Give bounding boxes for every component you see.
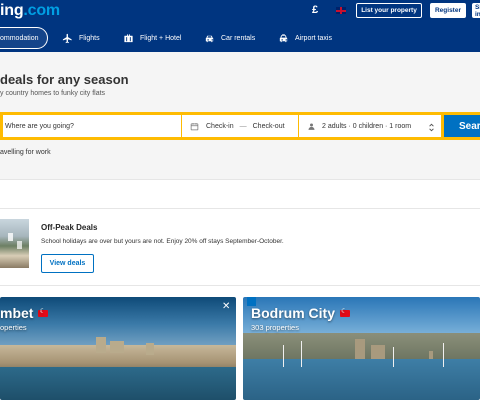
tab-flight-hotel[interactable]: Flight + Hotel	[123, 26, 181, 50]
site-header: ing.com £ List your property Register Si…	[0, 0, 480, 52]
destination-name-text: Bodrum City	[251, 305, 335, 321]
offpeak-banner: Off-Peak Deals School holidays are over …	[0, 208, 480, 286]
language-flag-icon[interactable]	[336, 7, 346, 14]
destination-name-text: mbet	[0, 305, 34, 321]
view-deals-button[interactable]: View deals	[41, 254, 94, 273]
main-nav: ommodation Flights Flight + Hotel Car re…	[0, 26, 480, 50]
guests-text: 2 adults · 0 children · 1 room	[322, 122, 412, 130]
currency-selector[interactable]: £	[312, 4, 318, 16]
check-out-label: Check-out	[252, 122, 285, 130]
tab-airport-taxis[interactable]: Airport taxis	[278, 26, 332, 50]
property-count: 303 properties	[251, 323, 299, 332]
turkey-flag-icon	[38, 307, 49, 317]
destination-input[interactable]: Where are you going?	[0, 112, 183, 140]
tab-accommodation-label: ommodation	[0, 34, 39, 42]
offpeak-description: School holidays are over but yours are n…	[41, 238, 284, 245]
destination-name: mbet	[0, 305, 49, 321]
tab-flight-hotel-label: Flight + Hotel	[140, 34, 182, 42]
hero-subtitle: y country homes to funky city flats	[0, 90, 106, 97]
person-icon	[308, 123, 315, 130]
tab-flights[interactable]: Flights	[62, 26, 100, 50]
calendar-icon	[190, 122, 199, 130]
plane-icon	[62, 33, 72, 43]
destination-placeholder: Where are you going?	[5, 122, 74, 130]
search-hero: deals for any season y country homes to …	[0, 52, 480, 180]
logo-text: ing	[0, 2, 24, 19]
chevron-updown-icon	[429, 123, 434, 132]
work-travel-checkbox[interactable]: avelling for work	[0, 149, 51, 156]
search-button[interactable]: Sear	[444, 112, 480, 140]
check-in-label: Check-in	[206, 122, 234, 130]
guests-selector[interactable]: 2 adults · 0 children · 1 room	[298, 112, 444, 140]
destination-card-gumbet[interactable]: mbet operties ✕	[0, 297, 236, 400]
offpeak-title: Off-Peak Deals	[41, 223, 98, 232]
tab-accommodation[interactable]: ommodation	[0, 27, 48, 49]
booking-logo[interactable]: ing.com	[0, 2, 60, 20]
date-picker[interactable]: Check-in — Check-out	[181, 112, 300, 140]
search-bar: Where are you going? Check-in — Check-ou…	[0, 112, 480, 140]
close-icon[interactable]: ✕	[222, 301, 230, 312]
logo-tld: .com	[23, 2, 60, 19]
tab-flights-label: Flights	[79, 34, 100, 42]
date-separator: —	[239, 122, 247, 130]
tab-car-rentals-label: Car rentals	[221, 34, 256, 42]
hero-title: deals for any season	[0, 72, 129, 87]
tab-car-rentals[interactable]: Car rentals	[204, 26, 255, 50]
register-button[interactable]: Register	[430, 3, 466, 18]
turkey-flag-icon	[340, 307, 350, 317]
list-property-button[interactable]: List your property	[356, 3, 422, 18]
tab-airport-taxis-label: Airport taxis	[295, 34, 332, 42]
offpeak-image	[0, 219, 29, 268]
taxi-icon	[279, 33, 288, 42]
destination-name: Bodrum City	[251, 305, 350, 321]
car-icon	[205, 35, 214, 42]
sign-in-button[interactable]: Sign in	[472, 3, 480, 18]
card-badge-icon	[247, 297, 256, 306]
property-count: operties	[0, 323, 27, 332]
destination-card-bodrum[interactable]: Bodrum City 303 properties	[243, 297, 480, 400]
suitcase-icon	[124, 33, 133, 42]
